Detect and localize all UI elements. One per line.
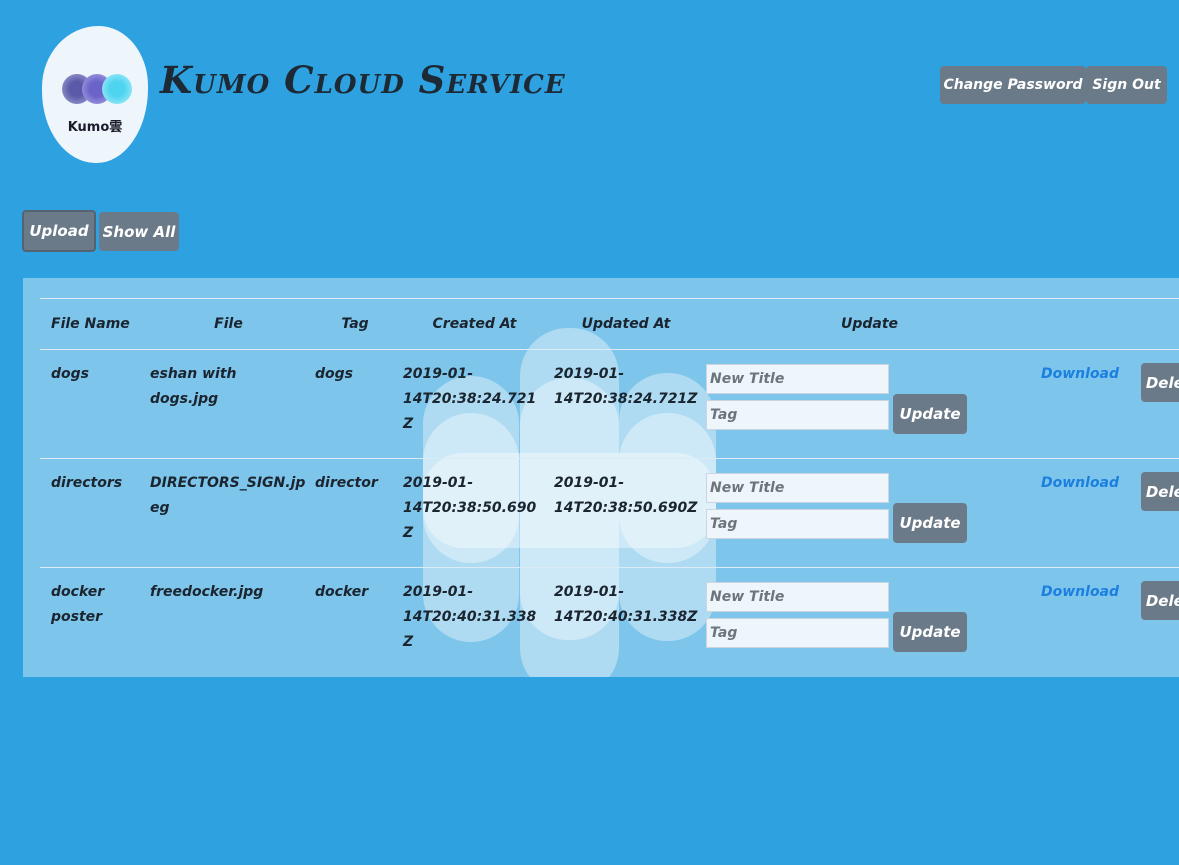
delete-button[interactable]: Delete bbox=[1141, 581, 1179, 620]
file-name-cell: dogs bbox=[40, 349, 146, 459]
tag-cell: director bbox=[311, 458, 399, 568]
update-cell: Update bbox=[702, 349, 1037, 459]
file-cell: DIRECTORS_SIGN.jpeg bbox=[146, 458, 311, 568]
sign-out-button[interactable]: Sign Out bbox=[1086, 66, 1167, 104]
column-header-file-name: File Name bbox=[40, 298, 146, 350]
column-header-file: File bbox=[146, 298, 311, 350]
column-header-created-at: Created At bbox=[399, 298, 550, 350]
created-at-cell: 2019-01-14T20:38:24.721Z bbox=[399, 349, 550, 459]
table-row: dogs eshan with dogs.jpg dogs 2019-01-14… bbox=[40, 349, 1179, 459]
table-header-row: File Name File Tag Created At Updated At… bbox=[40, 298, 1179, 350]
upload-button[interactable]: Upload bbox=[22, 210, 96, 252]
delete-button[interactable]: Delete bbox=[1141, 363, 1179, 402]
file-table-panel: File Name File Tag Created At Updated At… bbox=[23, 278, 1179, 677]
file-table: File Name File Tag Created At Updated At… bbox=[40, 298, 1179, 676]
change-password-button[interactable]: Change Password bbox=[940, 66, 1086, 104]
column-header-download bbox=[1037, 298, 1137, 350]
update-button[interactable]: Update bbox=[893, 394, 967, 434]
column-header-delete bbox=[1137, 298, 1179, 350]
updated-at-cell: 2019-01-14T20:40:31.338Z bbox=[554, 584, 698, 625]
updated-at-cell: 2019-01-14T20:38:50.690Z bbox=[550, 458, 702, 568]
update-form: Update bbox=[706, 362, 1033, 434]
created-at-cell: 2019-01-14T20:38:50.690Z bbox=[399, 458, 550, 568]
tag-input[interactable] bbox=[706, 509, 889, 539]
tag-cell: docker bbox=[315, 584, 369, 600]
column-header-updated-at: Updated At bbox=[550, 298, 702, 350]
update-cell: Update bbox=[702, 568, 1037, 677]
new-title-input[interactable] bbox=[706, 582, 889, 612]
download-link[interactable]: Download bbox=[1041, 362, 1119, 387]
update-cell: Update bbox=[702, 458, 1037, 568]
show-all-button[interactable]: Show All bbox=[99, 212, 179, 251]
download-link[interactable]: Download bbox=[1041, 471, 1119, 496]
column-header-tag: Tag bbox=[311, 298, 399, 350]
download-link[interactable]: Download bbox=[1041, 580, 1119, 605]
update-button[interactable]: Update bbox=[893, 503, 967, 543]
table-row: docker poster freedocker.jpg docker 2019… bbox=[40, 568, 1179, 677]
page-title: Kumo Cloud Service bbox=[160, 58, 566, 102]
update-form: Update bbox=[706, 471, 1033, 543]
new-title-input[interactable] bbox=[706, 473, 889, 503]
column-header-update: Update bbox=[702, 298, 1037, 350]
update-button[interactable]: Update bbox=[893, 612, 967, 652]
logo: Kumo雲 bbox=[42, 26, 148, 163]
delete-button[interactable]: Delete bbox=[1141, 472, 1179, 511]
file-cell: freedocker.jpg bbox=[150, 584, 264, 600]
file-cell: eshan with dogs.jpg bbox=[146, 349, 311, 459]
tag-input[interactable] bbox=[706, 618, 889, 648]
update-form: Update bbox=[706, 580, 1033, 652]
new-title-input[interactable] bbox=[706, 364, 889, 394]
tag-cell: dogs bbox=[311, 349, 399, 459]
file-name-cell: directors bbox=[40, 458, 146, 568]
updated-at-cell: 2019-01-14T20:38:24.721Z bbox=[550, 349, 702, 459]
created-at-cell: 2019-01-14T20:40:31.338Z bbox=[403, 584, 537, 650]
table-row: directors DIRECTORS_SIGN.jpeg director 2… bbox=[40, 458, 1179, 568]
logo-text: Kumo雲 bbox=[67, 120, 123, 135]
logo-circle-icon bbox=[102, 74, 132, 104]
tag-input[interactable] bbox=[706, 400, 889, 430]
file-name-cell: docker poster bbox=[51, 584, 105, 625]
